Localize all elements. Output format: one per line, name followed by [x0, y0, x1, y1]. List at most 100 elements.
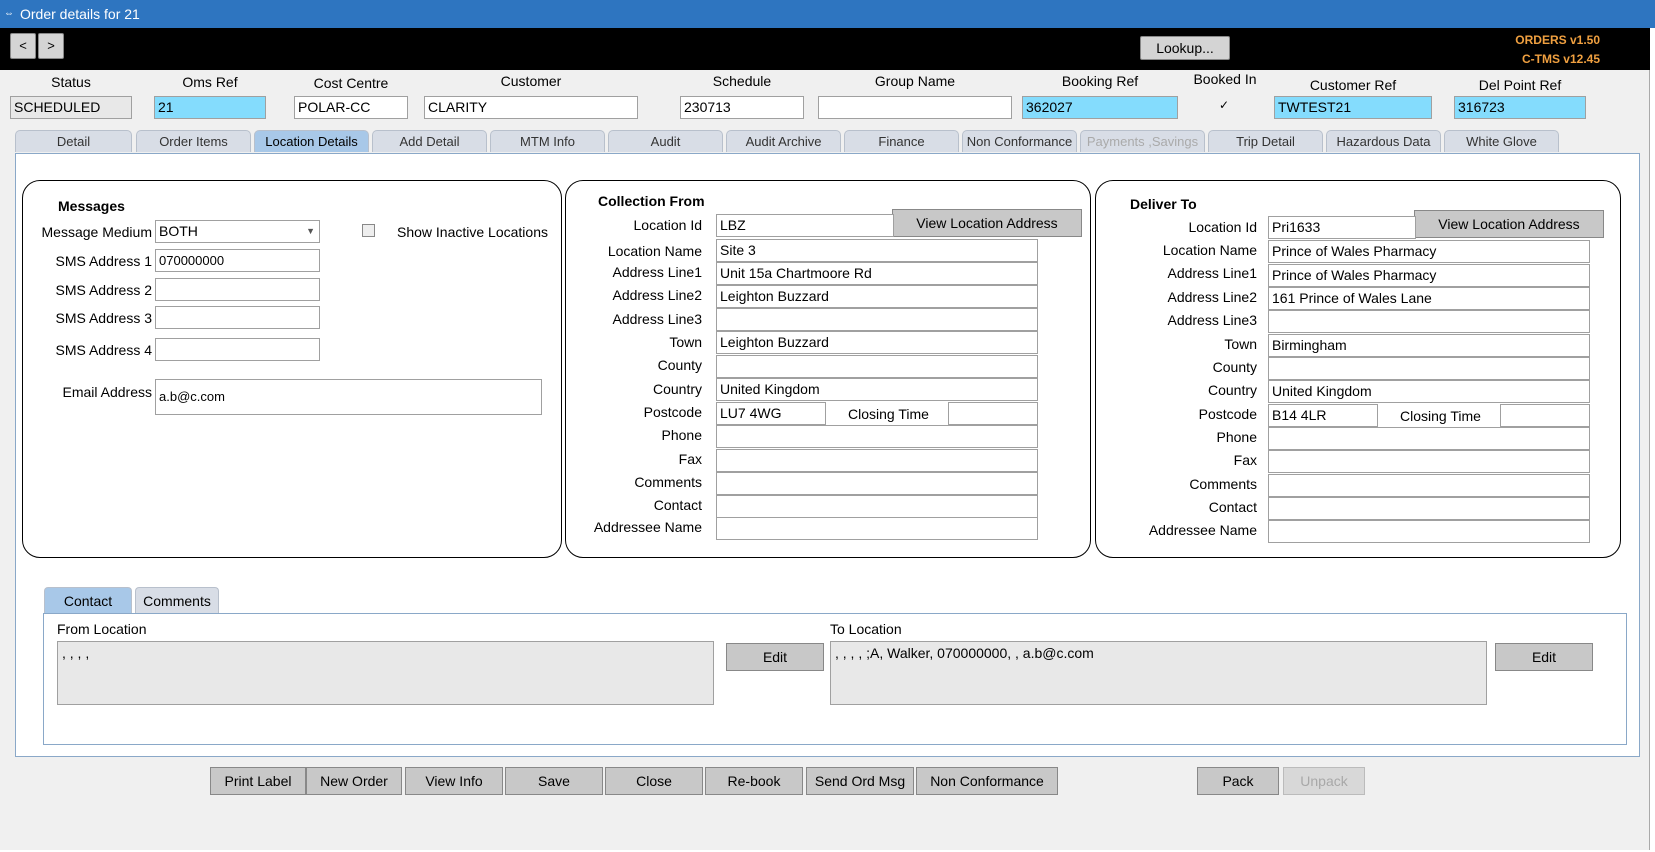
- collection-view-address-button[interactable]: View Location Address: [892, 209, 1082, 237]
- close-button[interactable]: Close: [605, 767, 703, 795]
- sms3-field[interactable]: [155, 306, 320, 329]
- delivery-location-name-label: Location Name: [1162, 242, 1257, 258]
- subtab-comments[interactable]: Comments: [135, 587, 219, 613]
- show-inactive-checkbox[interactable]: [362, 224, 375, 237]
- tab-hazardous-data[interactable]: Hazardous Data: [1326, 130, 1441, 152]
- tab-order-items[interactable]: Order Items: [136, 130, 251, 152]
- collection-location-name-label: Location Name: [607, 243, 702, 259]
- del-point-ref-field[interactable]: 316723: [1454, 96, 1586, 119]
- delivery-county-label: County: [1212, 359, 1257, 375]
- delivery-fax-field[interactable]: [1268, 450, 1590, 473]
- tab-audit-archive[interactable]: Audit Archive: [726, 130, 841, 152]
- delivery-address1-label: Address Line1: [1167, 265, 1257, 281]
- email-label: Email Address: [62, 384, 152, 400]
- collection-county-field[interactable]: [716, 355, 1038, 378]
- delivery-view-address-button[interactable]: View Location Address: [1414, 210, 1604, 238]
- cost-centre-field[interactable]: POLAR-CC: [294, 96, 408, 119]
- collection-address1-label: Address Line1: [612, 264, 702, 280]
- delivery-town-field[interactable]: Birmingham: [1268, 334, 1590, 357]
- collection-location-name-field[interactable]: Site 3: [716, 239, 1038, 262]
- sms2-field[interactable]: [155, 278, 320, 301]
- collection-phone-field[interactable]: [716, 425, 1038, 448]
- non-conformance-button[interactable]: Non Conformance: [916, 767, 1058, 795]
- collection-address2-field[interactable]: Leighton Buzzard: [716, 285, 1038, 308]
- collection-town-field[interactable]: Leighton Buzzard: [716, 331, 1038, 354]
- from-location-text[interactable]: , , , ,: [57, 641, 714, 705]
- collection-location-id-field[interactable]: LBZ: [716, 214, 894, 237]
- delivery-country-field[interactable]: United Kingdom: [1268, 380, 1590, 403]
- tab-location-details[interactable]: Location Details: [254, 130, 369, 152]
- tab-add-detail[interactable]: Add Detail: [372, 130, 487, 152]
- customer-ref-field[interactable]: TWTEST21: [1274, 96, 1432, 119]
- sms1-field[interactable]: 070000000: [155, 249, 320, 272]
- send-ord-msg-button[interactable]: Send Ord Msg: [806, 767, 914, 795]
- booking-ref-label: Booking Ref: [1061, 73, 1139, 89]
- collection-addressee-field[interactable]: [716, 517, 1038, 540]
- sms4-field[interactable]: [155, 338, 320, 361]
- toolbar: [0, 28, 1650, 70]
- delivery-comments-field[interactable]: [1268, 474, 1590, 497]
- from-location-edit-button[interactable]: Edit: [726, 643, 824, 671]
- messages-title: Messages: [58, 198, 125, 214]
- tab-mtm-info[interactable]: MTM Info: [490, 130, 605, 152]
- delivery-address1-field[interactable]: Prince of Wales Pharmacy: [1268, 264, 1590, 287]
- collection-address1-field[interactable]: Unit 15a Chartmoore Rd: [716, 262, 1038, 285]
- tab-finance[interactable]: Finance: [844, 130, 959, 152]
- tab-detail[interactable]: Detail: [15, 130, 132, 152]
- lookup-button[interactable]: Lookup...: [1140, 36, 1230, 60]
- email-field[interactable]: a.b@c.com: [155, 379, 542, 415]
- forward-button[interactable]: >: [38, 33, 64, 59]
- sms2-label: SMS Address 2: [55, 282, 153, 298]
- delivery-closing-time-field[interactable]: [1500, 404, 1590, 427]
- message-medium-value: BOTH: [159, 223, 198, 239]
- collection-fax-field[interactable]: [716, 449, 1038, 472]
- pack-button[interactable]: Pack: [1197, 767, 1279, 795]
- oms-ref-field[interactable]: 21: [154, 96, 266, 119]
- collection-postcode-field[interactable]: LU7 4WG: [716, 402, 826, 425]
- cost-centre-label: Cost Centre: [313, 75, 389, 91]
- tab-non-conformance[interactable]: Non Conformance: [962, 130, 1077, 152]
- view-info-button[interactable]: View Info: [405, 767, 503, 795]
- delivery-location-id-field[interactable]: Pri1633: [1268, 216, 1416, 239]
- rebook-button[interactable]: Re-book: [705, 767, 803, 795]
- collection-closing-time-field[interactable]: [948, 402, 1038, 425]
- back-button[interactable]: <: [10, 33, 36, 59]
- subtab-contact[interactable]: Contact: [44, 587, 132, 613]
- delivery-address2-field[interactable]: 161 Prince of Wales Lane: [1268, 287, 1590, 310]
- to-location-label: To Location: [830, 621, 902, 637]
- group-name-label: Group Name: [874, 73, 956, 89]
- collection-closing-time-label: Closing Time: [848, 406, 929, 422]
- customer-field[interactable]: CLARITY: [424, 96, 638, 119]
- tab-white-glove[interactable]: White Glove: [1444, 130, 1559, 152]
- tab-audit[interactable]: Audit: [608, 130, 723, 152]
- new-order-button[interactable]: New Order: [306, 767, 402, 795]
- to-location-edit-button[interactable]: Edit: [1495, 643, 1593, 671]
- delivery-town-label: Town: [1224, 336, 1257, 352]
- collection-town-label: Town: [669, 334, 702, 350]
- collection-address3-field[interactable]: [716, 308, 1038, 331]
- delivery-addressee-field[interactable]: [1268, 520, 1590, 543]
- tab-trip-detail[interactable]: Trip Detail: [1208, 130, 1323, 152]
- delivery-county-field[interactable]: [1268, 357, 1590, 380]
- collection-contact-field[interactable]: [716, 495, 1038, 518]
- message-medium-select[interactable]: BOTH ▼: [155, 220, 320, 243]
- show-inactive-label: Show Inactive Locations: [397, 224, 548, 240]
- delivery-address3-field[interactable]: [1268, 310, 1590, 333]
- booked-in-checkbox[interactable]: ✓: [1219, 98, 1229, 112]
- collection-contact-label: Contact: [653, 497, 702, 513]
- collection-country-field[interactable]: United Kingdom: [716, 378, 1038, 401]
- save-button[interactable]: Save: [505, 767, 603, 795]
- delivery-location-name-field[interactable]: Prince of Wales Pharmacy: [1268, 240, 1590, 263]
- delivery-postcode-field[interactable]: B14 4LR: [1268, 404, 1378, 427]
- print-label-button[interactable]: Print Label: [210, 767, 306, 795]
- delivery-contact-label: Contact: [1208, 499, 1257, 515]
- group-name-field[interactable]: [818, 96, 1012, 119]
- to-location-text[interactable]: , , , , ;A, Walker, 070000000, , a.b@c.c…: [830, 641, 1487, 705]
- delivery-contact-field[interactable]: [1268, 497, 1590, 520]
- booking-ref-field[interactable]: 362027: [1022, 96, 1178, 119]
- sms3-label: SMS Address 3: [55, 310, 153, 326]
- collection-comments-field[interactable]: [716, 472, 1038, 495]
- schedule-field[interactable]: 230713: [680, 96, 804, 119]
- delivery-postcode-label: Postcode: [1198, 406, 1257, 422]
- delivery-phone-field[interactable]: [1268, 427, 1590, 450]
